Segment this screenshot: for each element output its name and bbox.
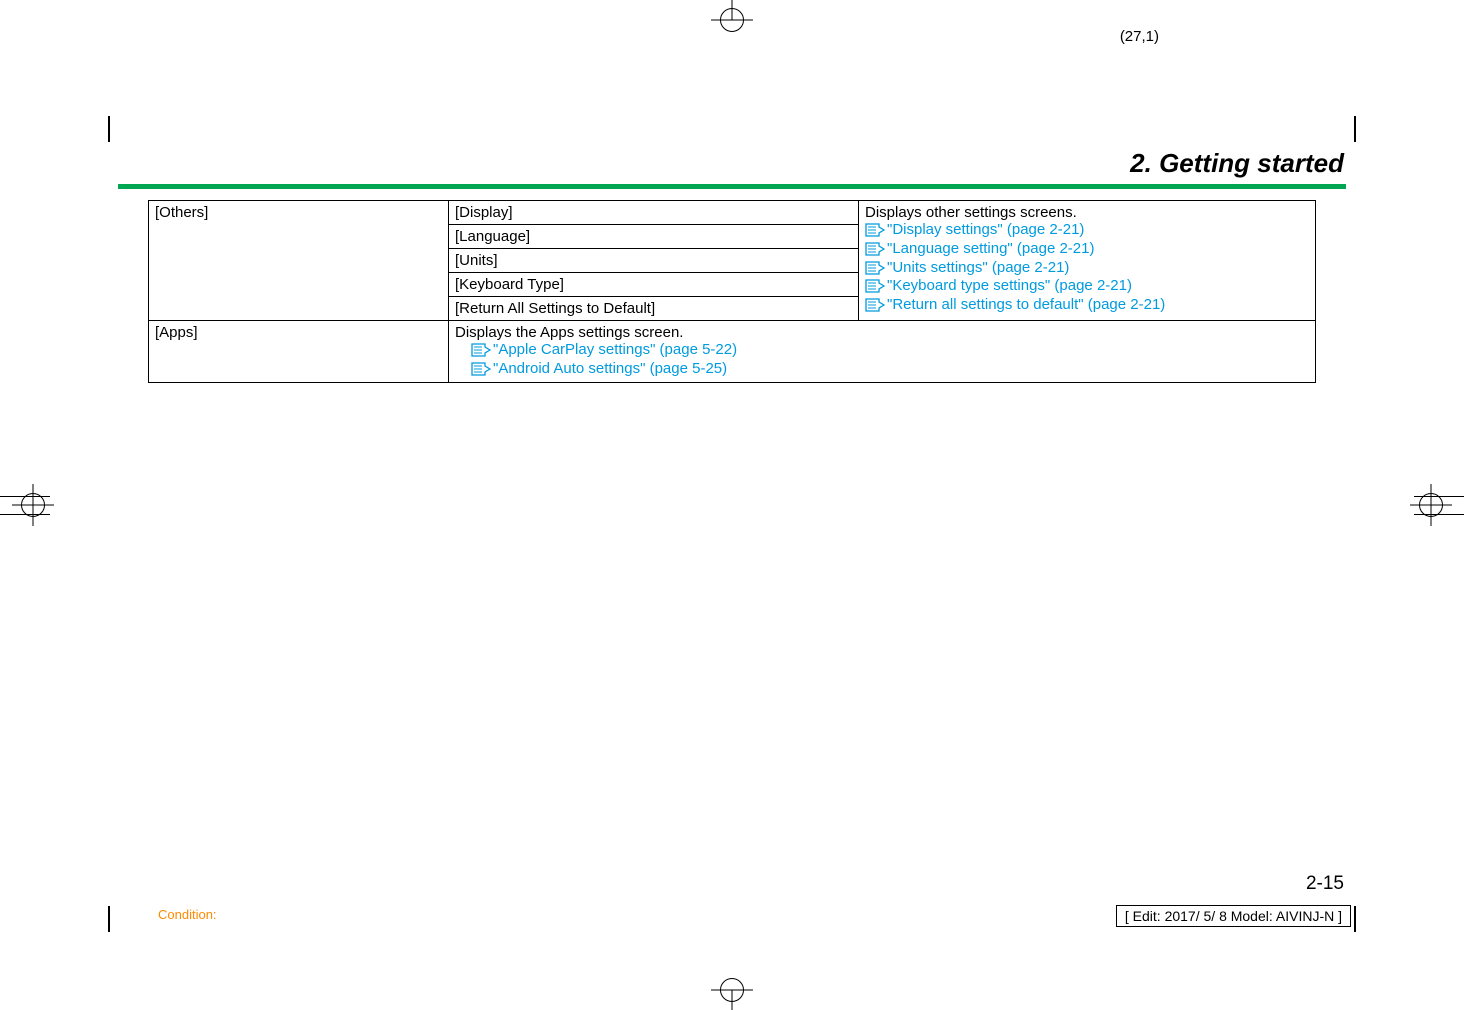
trim-tick (1354, 906, 1356, 932)
condition-label: Condition: (158, 907, 217, 922)
trim-tick (108, 116, 110, 142)
cell-others-sub: [Display] (449, 201, 859, 225)
crop-mark-top (717, 0, 747, 30)
reference-link: "Return all settings to default" (page 2… (887, 296, 1165, 313)
crop-mark-left (16, 488, 50, 522)
cell-others-sub: [Keyboard Type] (449, 273, 859, 297)
cell-apps-desc: Displays the Apps settings screen. "Appl… (449, 321, 1316, 383)
reference-icon (865, 279, 885, 293)
reference-link: "Apple CarPlay settings" (page 5-22) (493, 341, 737, 358)
desc-intro: Displays the Apps settings screen. (455, 324, 1309, 341)
edit-info-box: [ Edit: 2017/ 5/ 8 Model: AIVINJ-N ] (1116, 905, 1351, 927)
chapter-title: 2. Getting started (1130, 148, 1344, 179)
cell-others-sub: [Language] (449, 225, 859, 249)
reference-icon (865, 242, 885, 256)
edge-tick (0, 496, 50, 497)
desc-intro: Displays other settings screens. (865, 204, 1309, 221)
page-number: 2-15 (1306, 873, 1344, 895)
reference-link: "Language setting" (page 2-21) (887, 240, 1094, 257)
crop-mark-bottom (717, 980, 747, 1010)
trim-tick (108, 906, 110, 932)
reference-icon (471, 343, 491, 357)
cell-others-desc: Displays other settings screens. "Displa… (859, 201, 1316, 321)
reference-icon (865, 298, 885, 312)
table-row: [Others] [Display] Displays other settin… (149, 201, 1316, 225)
reference-link: "Display settings" (page 2-21) (887, 221, 1084, 238)
reference-link: "Units settings" (page 2-21) (887, 259, 1069, 276)
cell-others-sub: [Return All Settings to Default] (449, 297, 859, 321)
reference-icon (865, 223, 885, 237)
settings-table: [Others] [Display] Displays other settin… (148, 200, 1316, 383)
cell-others-sub: [Units] (449, 249, 859, 273)
crop-mark-right (1414, 488, 1448, 522)
trim-tick (1354, 116, 1356, 142)
cell-apps-label: [Apps] (149, 321, 449, 383)
reference-icon (865, 261, 885, 275)
page-coordinate: (27,1) (1120, 28, 1159, 45)
edge-tick (1414, 514, 1464, 515)
edge-tick (1414, 496, 1464, 497)
header-divider (118, 184, 1346, 189)
reference-link: "Keyboard type settings" (page 2-21) (887, 277, 1132, 294)
cell-others-label: [Others] (149, 201, 449, 321)
reference-icon (471, 362, 491, 376)
edge-tick (0, 514, 50, 515)
table-row: [Apps] Displays the Apps settings screen… (149, 321, 1316, 383)
reference-link: "Android Auto settings" (page 5-25) (493, 360, 727, 377)
page: (27,1) 2. Getting started [Others] [Disp… (0, 0, 1464, 1010)
